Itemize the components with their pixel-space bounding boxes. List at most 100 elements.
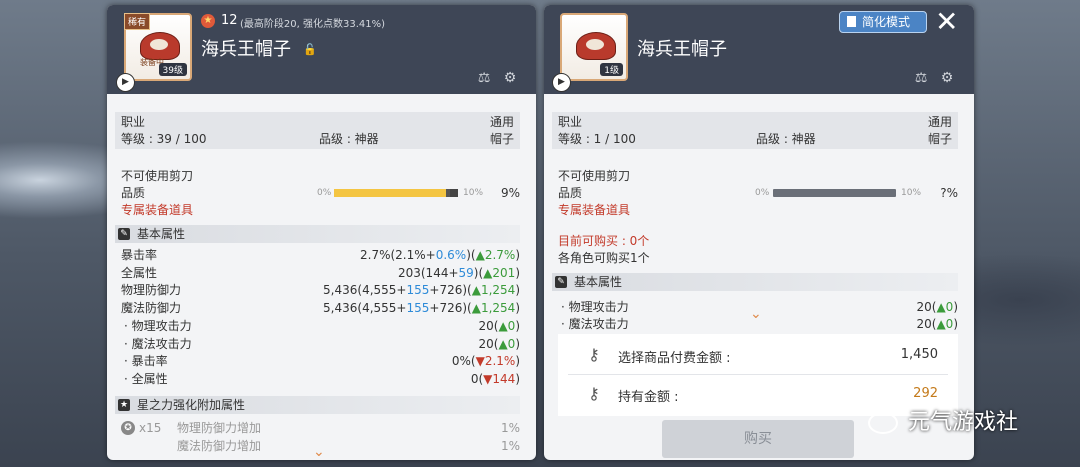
job-value: 通用 [927, 115, 952, 129]
play-icon[interactable]: ▶ [116, 73, 135, 92]
job-label: 职业 [121, 115, 146, 129]
quality-label: 品质 [121, 186, 146, 200]
scroll-down-icon[interactable]: ⌄ [313, 444, 325, 460]
quality-max: 10% [901, 188, 922, 198]
stat-mid: )( [473, 265, 484, 280]
stat-delta: ▲2.7% [475, 248, 516, 262]
quality-min: 0% [317, 188, 332, 198]
level-badge: 39级 [158, 63, 187, 76]
type-value: 帽子 [927, 132, 952, 146]
stat-close: ) [953, 317, 958, 331]
watermark-text: 元气游戏社 [908, 410, 1019, 435]
hat-icon [140, 32, 180, 60]
stat-close: ) [953, 300, 958, 314]
stat-add: 155 [406, 301, 430, 316]
compare-icon[interactable]: ⚖ [912, 69, 930, 87]
star-mult: x15 [139, 421, 162, 435]
stat-value: 20(▲0) [916, 299, 958, 315]
stat-delta: ▲0 [936, 300, 954, 314]
star-stat-value: 1% [500, 439, 520, 453]
stat-pre: 2.7%(2.1%+ [360, 248, 436, 262]
stat-delta: ▲0 [498, 318, 516, 333]
stat-value: 5,436(4,555+155+726)(▲1,254) [323, 282, 520, 298]
stat-pre: 0( [470, 371, 484, 386]
quality-bar-end [450, 189, 458, 197]
scroll-down-icon[interactable]: ⌄ [750, 306, 762, 322]
settings-icon[interactable]: ⚙ [501, 69, 519, 87]
stat-name: · 物理攻击力 [561, 300, 629, 314]
quality-value: ?% [940, 186, 958, 200]
document-icon [847, 16, 856, 27]
simple-mode-label: 简化模式 [862, 15, 911, 29]
item-header: 1级 ▶ 海兵王帽子 简化模式 ✕ ⚖ ⚙ [544, 5, 974, 94]
stat-name: 物理防御力 [121, 283, 182, 298]
stat-value: 20(▲0) [478, 318, 520, 334]
item-tooltip-current: 稀有 装备中 39级 ▶ ★ 12 (最高阶段20, 强化点数33.41%) 海… [107, 5, 536, 460]
no-scissors: 不可使用剪刀 [121, 169, 194, 183]
stat-delta: ▼144 [483, 371, 516, 386]
stat-value: 0%(▼2.1%) [452, 353, 520, 369]
stat-post: ) [515, 371, 520, 386]
item-header: 稀有 装备中 39级 ▶ ★ 12 (最高阶段20, 强化点数33.41%) 海… [107, 5, 536, 94]
rarity-tag: 稀有 [124, 13, 151, 30]
item-details: 职业 通用 等级 : 39 / 100 品级 : 神器 帽子 不可使用剪刀 品质… [107, 94, 536, 460]
item-icon[interactable]: 稀有 装备中 39级 [124, 13, 192, 81]
stat-pre: 203(144+ [397, 265, 459, 280]
watermark: 元气游戏社 [868, 404, 1018, 436]
stat-post: ) [515, 301, 520, 316]
job-value: 通用 [489, 115, 514, 129]
stat-add: 0.6% [435, 248, 467, 262]
pay-label: 选择商品付费金额 : [618, 351, 731, 366]
stat-value: 20(▲0) [916, 316, 958, 332]
grade-text: 品级 : 神器 [756, 132, 816, 146]
stat-mid: )( [466, 248, 476, 262]
stat-value: 203(144+59)(▲201) [398, 265, 520, 281]
wechat-icon [868, 412, 898, 434]
hat-icon [576, 32, 616, 60]
star-icon: ★ [201, 14, 215, 28]
stat-name: 全属性 [121, 265, 158, 280]
stat-post: ) [515, 354, 520, 369]
exclusive-label: 专属装备道具 [558, 203, 631, 217]
stat-delta: ▲1,254 [471, 283, 516, 298]
stat-add: 155 [406, 283, 430, 298]
stat-post: ) [515, 265, 520, 280]
settings-icon[interactable]: ⚙ [938, 69, 956, 87]
own-value: 292 [913, 386, 938, 401]
stat-mid: +726)( [429, 301, 472, 316]
own-label: 持有金额 : [618, 390, 679, 405]
play-icon[interactable]: ▶ [552, 73, 571, 92]
quality-bar [334, 189, 458, 197]
buy-button[interactable]: 购买 [662, 420, 854, 458]
star-stat-name: 魔法防御力增加 [177, 439, 262, 453]
stat-pre: 20( [478, 318, 499, 333]
stat-name: · 物理攻击力 [124, 318, 192, 333]
job-label: 职业 [558, 115, 583, 129]
stat-pre: 5,436(4,555+ [323, 283, 407, 298]
exclusive-label: 专属装备道具 [121, 203, 194, 217]
basic-section-title: 基本属性 [574, 275, 623, 289]
item-name: 海兵王帽子 [201, 39, 291, 60]
stat-mid: +726)( [429, 283, 472, 298]
close-icon[interactable]: ✕ [935, 8, 958, 36]
star-stat-value: 1% [500, 421, 520, 435]
stat-name: · 魔法攻击力 [124, 336, 192, 351]
divider [568, 374, 948, 375]
stat-name: · 暴击率 [124, 354, 168, 369]
compare-icon[interactable]: ⚖ [475, 69, 493, 87]
quality-label: 品质 [558, 186, 583, 200]
stat-post: ) [515, 248, 520, 262]
grade-text: 品级 : 神器 [319, 132, 379, 146]
stat-delta: ▲0 [936, 317, 954, 331]
stat-add: 59 [458, 265, 474, 280]
star-stat-name: 物理防御力增加 [177, 421, 262, 435]
item-icon[interactable]: 1级 [560, 13, 628, 81]
simple-mode-button[interactable]: 简化模式 [839, 11, 927, 33]
stat-name: 魔法防御力 [121, 301, 182, 316]
quality-max: 10% [463, 188, 484, 198]
star-count: 12 [221, 13, 238, 28]
lock-icon: 🔓 [303, 43, 317, 56]
stat-delta: ▼2.1% [475, 354, 516, 369]
star-mult-icon: ✪ [121, 421, 135, 435]
stat-post: ) [515, 283, 520, 298]
